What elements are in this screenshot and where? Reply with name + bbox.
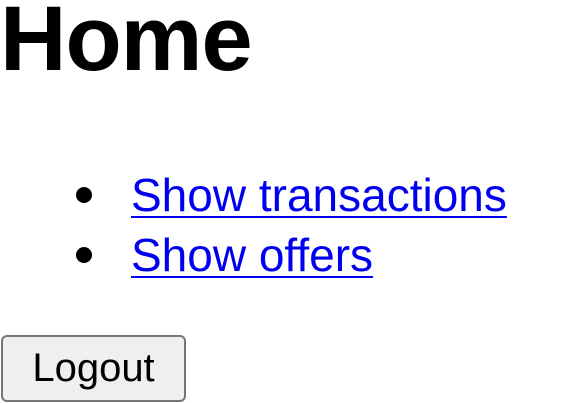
bullet-icon: [76, 187, 92, 203]
bullet-icon: [76, 247, 92, 263]
home-page: Home Show transactions Show offers Logou…: [0, 0, 566, 403]
nav-list: Show transactions Show offers: [0, 165, 507, 285]
page-title: Home: [0, 0, 253, 90]
list-item-show-transactions: Show transactions: [0, 165, 507, 225]
logout-button[interactable]: Logout: [1, 335, 186, 402]
list-item-show-offers: Show offers: [0, 225, 507, 285]
show-offers-link[interactable]: Show offers: [131, 229, 373, 281]
show-transactions-link[interactable]: Show transactions: [131, 169, 507, 221]
